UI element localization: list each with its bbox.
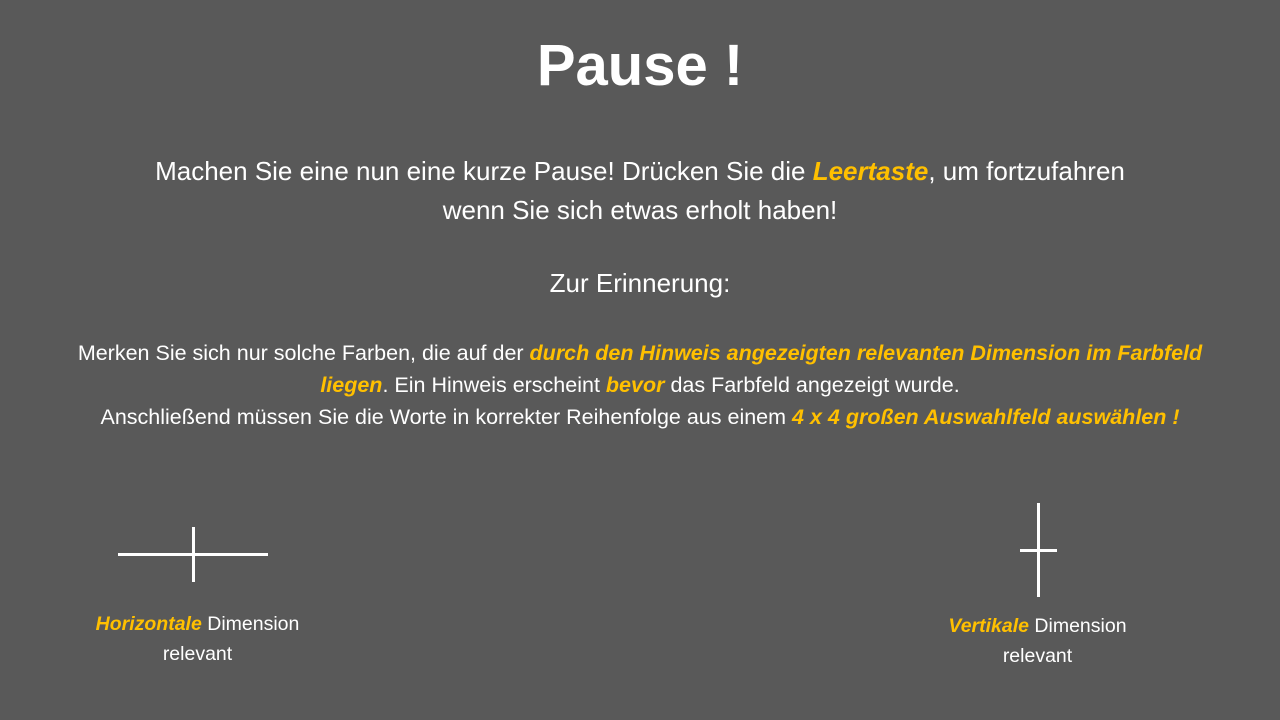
instr-text-2: . Ein Hinweis erscheint (382, 373, 606, 397)
instr-highlight-2: bevor (605, 373, 665, 397)
instr-text-4: Anschließend müssen Sie die Worte in kor… (100, 405, 793, 429)
horizontal-highlight: Horizontale (95, 613, 202, 635)
page-title: Pause ! (536, 33, 744, 98)
instr-highlight-3: 4 x 4 großen Auswahlfeld auswählen ! (792, 405, 1180, 429)
horizontal-line (1020, 549, 1057, 552)
horizontal-label: Horizontale Dimension relevant (60, 609, 335, 669)
instructions-paragraph: Merken Sie sich nur solche Farben, die a… (60, 337, 1220, 433)
reminder-heading: Zur Erinnerung: (549, 268, 731, 298)
intro-text: Machen Sie eine nun eine kurze Pause! Dr… (140, 152, 1140, 230)
instr-text-3: das Farbfeld angezeigt wurde. (664, 373, 960, 397)
spacebar-highlight: Leertaste (812, 156, 929, 186)
instr-text-1: Merken Sie sich nur solche Farben, die a… (77, 341, 530, 365)
vertical-highlight: Vertikale (948, 615, 1030, 637)
vertical-line (192, 527, 195, 582)
vertical-label: Vertikale Dimension relevant (925, 611, 1150, 671)
intro-part1: Machen Sie eine nun eine kurze Pause! Dr… (155, 156, 813, 186)
